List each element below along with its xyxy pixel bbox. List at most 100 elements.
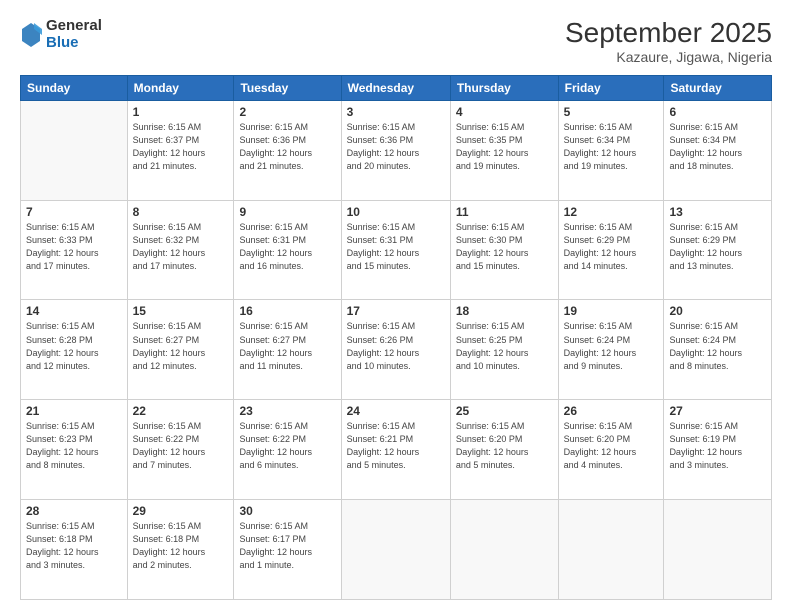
day-number: 18 [456,304,553,318]
logo-blue-text: Blue [46,35,102,52]
day-number: 8 [133,205,229,219]
day-info: Sunrise: 6:15 AMSunset: 6:17 PMDaylight:… [239,520,335,572]
calendar-cell: 24 Sunrise: 6:15 AMSunset: 6:21 PMDayligh… [341,400,450,500]
calendar-week-3: 14Sunrise: 6:15 AMSunset: 6:28 PMDayligh… [21,300,772,400]
day-number: 4 [456,105,553,119]
day-number: 13 [669,205,766,219]
day-number: 14 [26,304,122,318]
calendar-week-4: 21Sunrise: 6:15 AMSunset: 6:23 PMDayligh… [21,400,772,500]
day-number: 2 [239,105,335,119]
col-header-saturday: Saturday [664,75,772,100]
day-info: Sunrise: 6:15 AMSunset: 6:29 PMDaylight:… [564,221,659,273]
day-info: Sunrise: 6:15 AMSunset: 6:22 PMDaylight:… [133,420,229,472]
day-info: Sunrise: 6:15 AMSunset: 6:18 PMDaylight:… [26,520,122,572]
day-number: 12 [564,205,659,219]
calendar-title: September 2025 [565,18,772,49]
calendar-cell: 1 Sunrise: 6:15 AMSunset: 6:37 PMDaylight… [127,100,234,200]
day-info: Sunrise: 6:15 AMSunset: 6:32 PMDaylight:… [133,221,229,273]
day-info: Sunrise: 6:15 AMSunset: 6:21 PMDaylight:… [347,420,445,472]
calendar-cell: 16 Sunrise: 6:15 AMSunset: 6:27 PMDayligh… [234,300,341,400]
title-block: September 2025 Kazaure, Jigawa, Nigeria [565,18,772,65]
col-header-wednesday: Wednesday [341,75,450,100]
day-number: 27 [669,404,766,418]
logo-text: General Blue [46,18,102,51]
day-info: Sunrise: 6:15 AMSunset: 6:24 PMDaylight:… [669,320,766,372]
col-header-friday: Friday [558,75,664,100]
day-number: 30 [239,504,335,518]
day-info: Sunrise: 6:15 AMSunset: 6:36 PMDaylight:… [239,121,335,173]
calendar-week-2: 7 Sunrise: 6:15 AMSunset: 6:33 PMDaylight… [21,200,772,300]
day-info: Sunrise: 6:15 AMSunset: 6:35 PMDaylight:… [456,121,553,173]
day-info: Sunrise: 6:15 AMSunset: 6:25 PMDaylight:… [456,320,553,372]
day-info: Sunrise: 6:15 AMSunset: 6:31 PMDaylight:… [239,221,335,273]
day-number: 24 [347,404,445,418]
calendar-cell [450,500,558,600]
day-number: 28 [26,504,122,518]
day-number: 15 [133,304,229,318]
calendar-cell: 28 Sunrise: 6:15 AMSunset: 6:18 PMDayligh… [21,500,128,600]
day-info: Sunrise: 6:15 AMSunset: 6:34 PMDaylight:… [669,121,766,173]
calendar-cell: 21Sunrise: 6:15 AMSunset: 6:23 PMDayligh… [21,400,128,500]
day-info: Sunrise: 6:15 AMSunset: 6:27 PMDaylight:… [133,320,229,372]
day-info: Sunrise: 6:15 AMSunset: 6:26 PMDaylight:… [347,320,445,372]
day-info: Sunrise: 6:15 AMSunset: 6:37 PMDaylight:… [133,121,229,173]
calendar-cell [664,500,772,600]
day-number: 3 [347,105,445,119]
calendar-table: SundayMondayTuesdayWednesdayThursdayFrid… [20,75,772,600]
calendar-cell: 25 Sunrise: 6:15 AMSunset: 6:20 PMDayligh… [450,400,558,500]
day-info: Sunrise: 6:15 AMSunset: 6:29 PMDaylight:… [669,221,766,273]
day-info: Sunrise: 6:15 AMSunset: 6:27 PMDaylight:… [239,320,335,372]
day-number: 20 [669,304,766,318]
calendar-cell: 12 Sunrise: 6:15 AMSunset: 6:29 PMDayligh… [558,200,664,300]
calendar-cell: 8 Sunrise: 6:15 AMSunset: 6:32 PMDaylight… [127,200,234,300]
day-number: 5 [564,105,659,119]
calendar-cell: 5 Sunrise: 6:15 AMSunset: 6:34 PMDaylight… [558,100,664,200]
calendar-week-5: 28 Sunrise: 6:15 AMSunset: 6:18 PMDayligh… [21,500,772,600]
calendar-cell: 17 Sunrise: 6:15 AMSunset: 6:26 PMDayligh… [341,300,450,400]
calendar-subtitle: Kazaure, Jigawa, Nigeria [565,49,772,65]
calendar-cell [558,500,664,600]
day-info: Sunrise: 6:15 AMSunset: 6:24 PMDaylight:… [564,320,659,372]
logo-general-text: General [46,18,102,35]
calendar-cell: 9Sunrise: 6:15 AMSunset: 6:31 PMDaylight… [234,200,341,300]
calendar-week-1: 1 Sunrise: 6:15 AMSunset: 6:37 PMDaylight… [21,100,772,200]
calendar-header-row: SundayMondayTuesdayWednesdayThursdayFrid… [21,75,772,100]
calendar-cell: 26 Sunrise: 6:15 AMSunset: 6:20 PMDayligh… [558,400,664,500]
day-info: Sunrise: 6:15 AMSunset: 6:31 PMDaylight:… [347,221,445,273]
calendar-cell: 18 Sunrise: 6:15 AMSunset: 6:25 PMDayligh… [450,300,558,400]
calendar-cell [21,100,128,200]
calendar-cell: 23Sunrise: 6:15 AMSunset: 6:22 PMDayligh… [234,400,341,500]
calendar-cell: 3 Sunrise: 6:15 AMSunset: 6:36 PMDaylight… [341,100,450,200]
header: General Blue September 2025 Kazaure, Jig… [20,18,772,65]
day-number: 16 [239,304,335,318]
calendar-cell: 10Sunrise: 6:15 AMSunset: 6:31 PMDayligh… [341,200,450,300]
day-number: 17 [347,304,445,318]
day-number: 22 [133,404,229,418]
calendar-cell: 20 Sunrise: 6:15 AMSunset: 6:24 PMDayligh… [664,300,772,400]
calendar-cell: 6 Sunrise: 6:15 AMSunset: 6:34 PMDaylight… [664,100,772,200]
logo-icon [20,21,42,49]
day-info: Sunrise: 6:15 AMSunset: 6:20 PMDaylight:… [456,420,553,472]
day-info: Sunrise: 6:15 AMSunset: 6:23 PMDaylight:… [26,420,122,472]
day-number: 7 [26,205,122,219]
day-info: Sunrise: 6:15 AMSunset: 6:33 PMDaylight:… [26,221,122,273]
day-info: Sunrise: 6:15 AMSunset: 6:30 PMDaylight:… [456,221,553,273]
day-number: 1 [133,105,229,119]
day-info: Sunrise: 6:15 AMSunset: 6:34 PMDaylight:… [564,121,659,173]
calendar-cell: 27Sunrise: 6:15 AMSunset: 6:19 PMDayligh… [664,400,772,500]
calendar-cell: 22 Sunrise: 6:15 AMSunset: 6:22 PMDayligh… [127,400,234,500]
calendar-cell: 19Sunrise: 6:15 AMSunset: 6:24 PMDayligh… [558,300,664,400]
calendar-cell: 14Sunrise: 6:15 AMSunset: 6:28 PMDayligh… [21,300,128,400]
day-info: Sunrise: 6:15 AMSunset: 6:22 PMDaylight:… [239,420,335,472]
col-header-tuesday: Tuesday [234,75,341,100]
day-number: 26 [564,404,659,418]
day-info: Sunrise: 6:15 AMSunset: 6:18 PMDaylight:… [133,520,229,572]
calendar-cell: 11Sunrise: 6:15 AMSunset: 6:30 PMDayligh… [450,200,558,300]
day-number: 29 [133,504,229,518]
day-info: Sunrise: 6:15 AMSunset: 6:20 PMDaylight:… [564,420,659,472]
col-header-monday: Monday [127,75,234,100]
calendar-cell: 30 Sunrise: 6:15 AMSunset: 6:17 PMDayligh… [234,500,341,600]
day-number: 25 [456,404,553,418]
day-info: Sunrise: 6:15 AMSunset: 6:36 PMDaylight:… [347,121,445,173]
day-number: 6 [669,105,766,119]
